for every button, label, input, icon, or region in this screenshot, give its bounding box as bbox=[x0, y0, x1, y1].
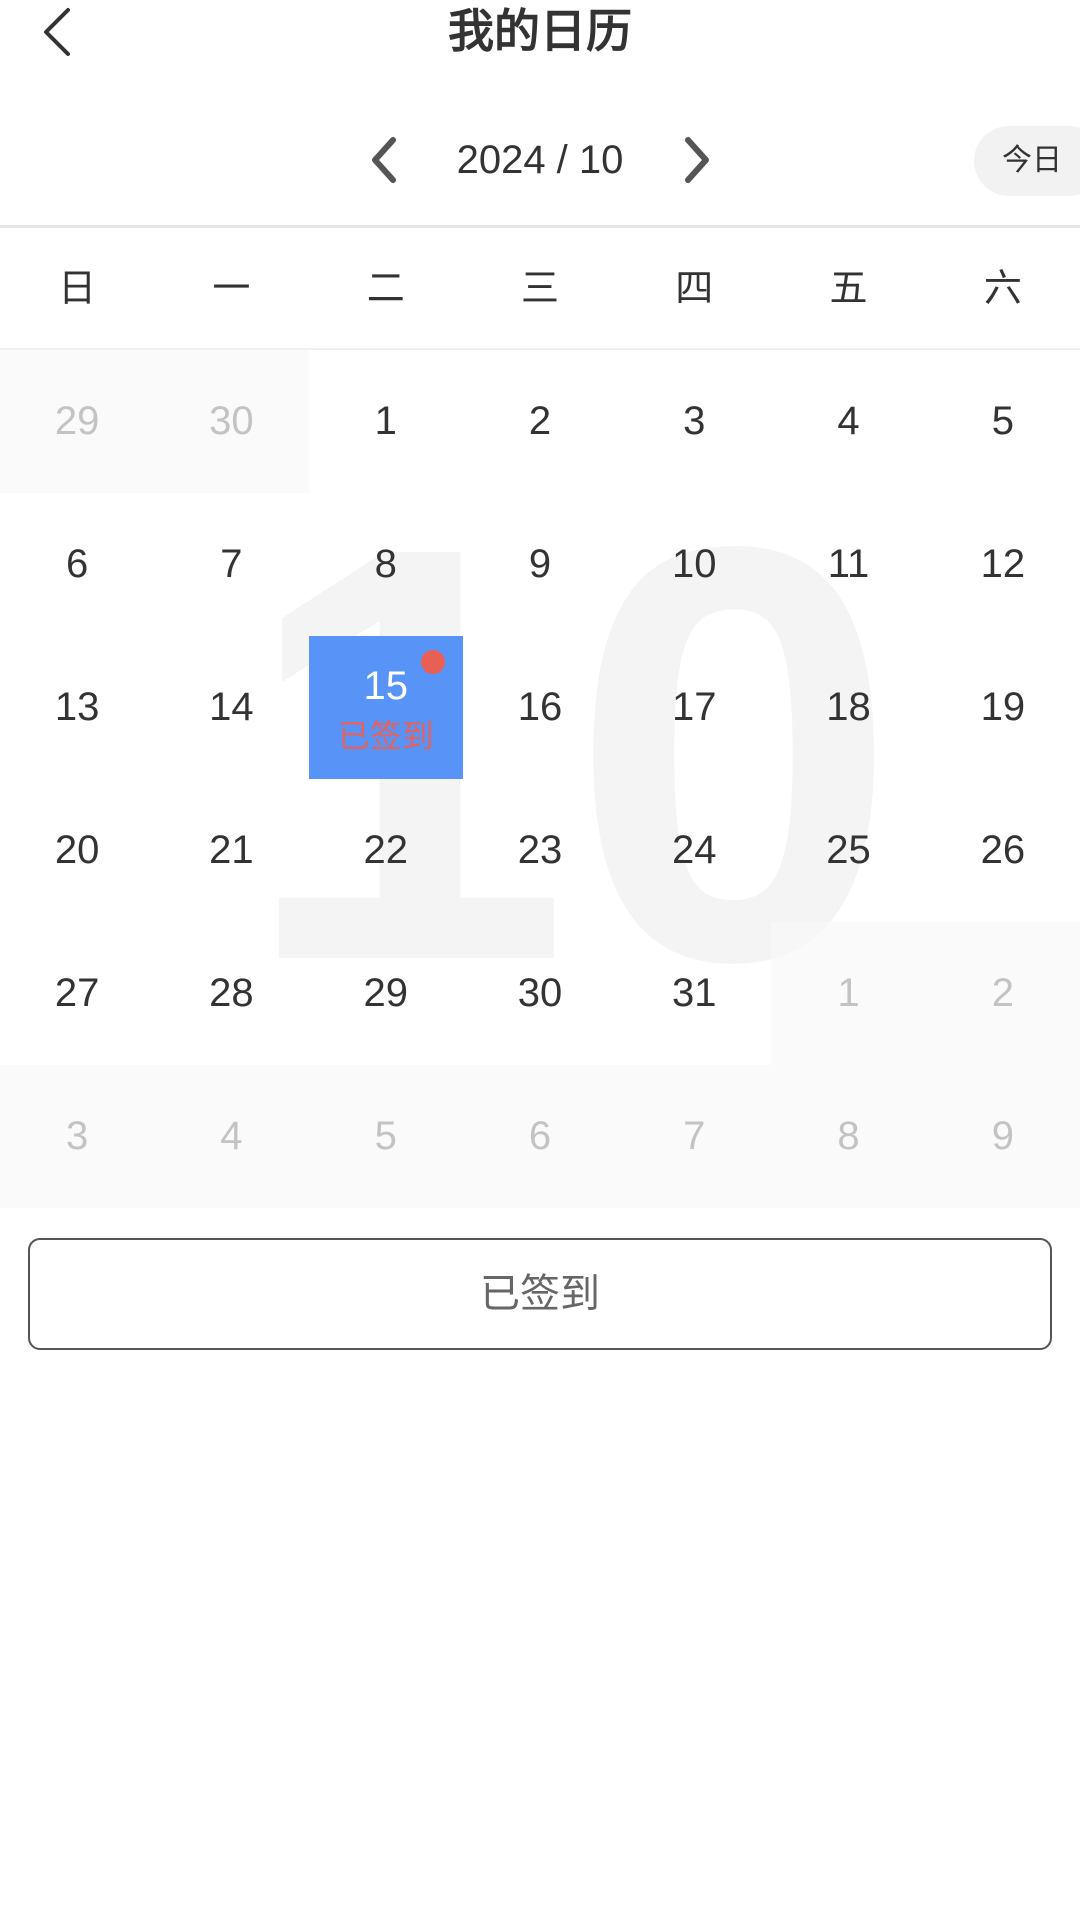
day-cell[interactable]: 1 bbox=[309, 350, 463, 493]
signin-button[interactable]: 已签到 bbox=[28, 1238, 1052, 1350]
day-cell[interactable]: 17 bbox=[617, 636, 771, 779]
day-cell[interactable]: 26 bbox=[926, 779, 1080, 922]
month-navigator: 2024 / 10 今日 bbox=[0, 120, 1080, 200]
event-dot bbox=[420, 650, 445, 674]
day-cell[interactable]: 2 bbox=[463, 350, 617, 493]
day-cell[interactable]: 29 bbox=[309, 922, 463, 1065]
calendar-grid: 10 29 30 1 2 3 4 5 6 7 8 9 10 11 12 13 14 15 已签到 16 17 18 19 2… bbox=[0, 350, 1080, 1208]
day-cell[interactable]: 3 bbox=[617, 350, 771, 493]
day-cell[interactable]: 23 bbox=[463, 779, 617, 922]
day-cell-other-month[interactable]: 6 bbox=[462, 1065, 618, 1208]
day-cell[interactable]: 22 bbox=[309, 779, 463, 922]
day-cell-other-month[interactable]: 2 bbox=[925, 922, 1080, 1065]
day-grid: 29 30 1 2 3 4 5 6 7 8 9 10 11 12 13 14 15 已签到 16 17 18 19 20 21… bbox=[0, 350, 1080, 1208]
day-cell[interactable]: 30 bbox=[463, 922, 617, 1065]
today-button[interactable]: 今日 bbox=[974, 126, 1080, 196]
day-cell[interactable]: 20 bbox=[0, 779, 154, 922]
day-cell[interactable]: 28 bbox=[154, 922, 308, 1065]
weekday-label: 四 bbox=[675, 266, 714, 310]
next-month-button[interactable] bbox=[666, 128, 726, 192]
day-cell[interactable]: 11 bbox=[771, 493, 925, 636]
day-cell-other-month[interactable]: 7 bbox=[617, 1065, 772, 1208]
day-cell-other-month[interactable]: 8 bbox=[771, 1065, 926, 1208]
day-cell-other-month[interactable]: 3 bbox=[0, 1065, 155, 1208]
signed-in-mark: 已签到 bbox=[337, 718, 434, 754]
day-cell-other-month[interactable]: 29 bbox=[0, 350, 155, 493]
day-cell-other-month[interactable]: 1 bbox=[771, 922, 926, 1065]
day-cell[interactable]: 16 bbox=[463, 636, 617, 779]
day-cell[interactable]: 25 bbox=[771, 779, 925, 922]
chevron-right-icon bbox=[685, 137, 709, 183]
day-cell[interactable]: 6 bbox=[0, 493, 154, 636]
day-cell[interactable]: 19 bbox=[926, 636, 1080, 779]
page-title: 我的日历 bbox=[448, 4, 632, 58]
day-cell[interactable]: 9 bbox=[463, 493, 617, 636]
day-cell[interactable]: 14 bbox=[154, 636, 308, 779]
current-month-label: 2024 / 10 bbox=[456, 138, 624, 182]
day-cell[interactable]: 12 bbox=[926, 493, 1080, 636]
header-bar: 我的日历 bbox=[0, 0, 1080, 70]
day-cell[interactable]: 31 bbox=[617, 922, 771, 1065]
day-cell[interactable]: 13 bbox=[0, 636, 154, 779]
weekday-header-row: 日一二三四五六 bbox=[0, 228, 1080, 348]
day-cell[interactable]: 21 bbox=[154, 779, 308, 922]
day-cell[interactable]: 10 bbox=[617, 493, 771, 636]
day-cell[interactable]: 4 bbox=[771, 350, 925, 493]
day-cell-selected[interactable]: 15 已签到 bbox=[308, 636, 463, 779]
day-cell[interactable]: 27 bbox=[0, 922, 154, 1065]
day-cell[interactable]: 5 bbox=[926, 350, 1080, 493]
weekday-label: 一 bbox=[212, 266, 251, 310]
day-cell[interactable]: 7 bbox=[154, 493, 308, 636]
day-cell-other-month[interactable]: 30 bbox=[154, 350, 309, 493]
chevron-left-icon bbox=[372, 137, 396, 183]
weekday-label: 二 bbox=[366, 266, 405, 310]
weekday-label: 六 bbox=[983, 266, 1022, 310]
day-cell-other-month[interactable]: 4 bbox=[154, 1065, 309, 1208]
day-cell-other-month[interactable]: 9 bbox=[925, 1065, 1080, 1208]
day-cell[interactable]: 18 bbox=[771, 636, 925, 779]
weekday-label: 五 bbox=[829, 266, 868, 310]
prev-month-button[interactable] bbox=[355, 128, 415, 192]
weekday-label: 三 bbox=[520, 266, 559, 310]
weekday-label: 日 bbox=[58, 266, 97, 310]
day-cell-other-month[interactable]: 5 bbox=[308, 1065, 463, 1208]
day-cell[interactable]: 8 bbox=[309, 493, 463, 636]
day-cell[interactable]: 24 bbox=[617, 779, 771, 922]
